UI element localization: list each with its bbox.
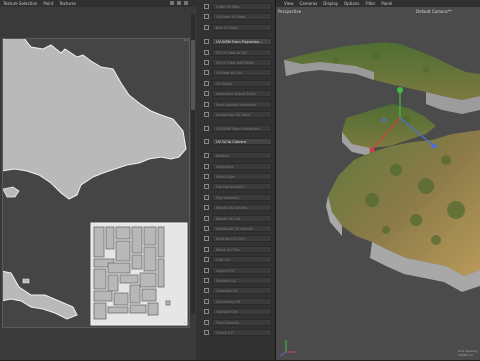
- command-icon: [204, 205, 209, 211]
- menu-panel[interactable]: Panel: [381, 1, 392, 6]
- command-icon: [204, 49, 209, 55]
- command-icon: [204, 153, 209, 159]
- command-icon: [204, 70, 209, 76]
- move-icon[interactable]: [170, 1, 174, 5]
- perspective-viewport[interactable]: [276, 0, 480, 360]
- menu-display[interactable]: Display: [323, 1, 338, 6]
- command-icon: [204, 91, 209, 97]
- terrain-scene: [279, 42, 480, 357]
- command-icon: [204, 267, 209, 273]
- command-icon: [204, 138, 209, 144]
- command-icon: [204, 24, 209, 30]
- command-button[interactable]: Flip Vertically: [212, 193, 272, 201]
- menu-textures[interactable]: Textures: [59, 1, 76, 6]
- command-button[interactable]: Box UV Map: [212, 23, 272, 31]
- uv-corner-label-top: 1 1: [184, 38, 189, 42]
- viewport-menubar: View Cameras Display Options Filter Pane…: [276, 0, 480, 7]
- command-icon: [204, 309, 209, 315]
- uv-islands: [0, 36, 188, 326]
- uv-island-strip: [0, 270, 78, 320]
- command-button[interactable]: Symmetry UV: [212, 297, 272, 305]
- command-button[interactable]: Straight UV: [212, 277, 272, 284]
- command-button[interactable]: Arrange UV Grid: [212, 235, 272, 243]
- uv-canvas[interactable]: [0, 36, 190, 328]
- menu-view[interactable]: View: [284, 1, 294, 6]
- menu-options[interactable]: Options: [344, 1, 359, 6]
- command-icon: [204, 330, 209, 335]
- command-button[interactable]: Fit UV View and Relax: [212, 59, 272, 66]
- command-icon: [204, 39, 209, 45]
- command-icon: [204, 126, 209, 132]
- menu-filter[interactable]: Filter: [365, 1, 375, 6]
- command-button[interactable]: Rotate 90 CW: [212, 214, 272, 222]
- command-icon: [204, 246, 209, 252]
- command-icon: [204, 257, 209, 263]
- command-button[interactable]: Normalize Island Scale: [212, 90, 272, 98]
- command-button[interactable]: Match Size: [212, 173, 272, 180]
- command-icon: [204, 101, 209, 107]
- world-axis-icon: [279, 340, 296, 357]
- uv-editor-menubar: Texture Selection Paint Textures: [0, 0, 196, 7]
- command-button[interactable]: Grid UV: [212, 256, 272, 264]
- command-button[interactable]: Relax UV Pins: [212, 245, 272, 253]
- command-icon: [204, 194, 209, 200]
- command-button[interactable]: Cube UV Map: [212, 3, 272, 10]
- command-button[interactable]: Flip Horizontally: [212, 183, 272, 191]
- command-button[interactable]: UV IVI to Camera: [212, 137, 272, 145]
- command-button[interactable]: UV Relax: [212, 79, 272, 87]
- menu-texture-selection[interactable]: Texture Selection: [3, 1, 37, 6]
- command-button[interactable]: Straighten UV Strip: [212, 111, 272, 118]
- uv-island-small: [2, 186, 20, 198]
- command-icon: [204, 215, 209, 221]
- command-button[interactable]: UV-IVRM From Projection...: [212, 38, 272, 46]
- viewport-camera-label[interactable]: Default Camera**: [416, 9, 452, 14]
- uv-island-main: [0, 36, 187, 200]
- uv-island-dot: [22, 278, 30, 284]
- command-button[interactable]: Texel Density: [212, 318, 272, 326]
- command-icon: [204, 163, 209, 169]
- command-button[interactable]: Check UV: [212, 329, 272, 336]
- command-icon: [204, 226, 209, 231]
- viewport-projection-label: Perspective: [278, 9, 302, 14]
- viewport-divider[interactable]: [275, 0, 276, 360]
- zoom-icon[interactable]: [177, 1, 181, 5]
- layout-icon[interactable]: [184, 1, 188, 5]
- command-icon: [204, 14, 209, 20]
- command-button[interactable]: Rotate UV Islands: [212, 204, 272, 212]
- viewport-grid-spacing: Grid Spacing: 10000 cm: [458, 349, 479, 357]
- uv-corner-label-bottom: 1.0: [184, 321, 189, 325]
- menu-cameras[interactable]: Cameras: [300, 1, 318, 6]
- command-button[interactable]: Distribute UV Islands: [212, 225, 272, 232]
- command-button[interactable]: Normalize: [212, 162, 272, 170]
- command-icon: [204, 80, 209, 86]
- command-button[interactable]: Pack Islands Geometric: [212, 100, 272, 108]
- uv-scrollbar-thumb[interactable]: [191, 40, 195, 110]
- command-icon: [204, 60, 209, 65]
- command-button[interactable]: Quantize UV: [212, 287, 272, 295]
- command-icon: [204, 184, 209, 190]
- command-button[interactable]: Layout UV: [212, 266, 272, 274]
- command-icon: [204, 4, 209, 9]
- command-button[interactable]: Fit UV View to Sel: [212, 48, 272, 56]
- command-icon: [204, 298, 209, 304]
- command-button[interactable]: Cylinder UV Map: [212, 13, 272, 21]
- command-button[interactable]: Transfer UVs: [212, 308, 272, 316]
- command-button[interactable]: Realign: [212, 152, 272, 160]
- menu-paint[interactable]: Paint: [43, 1, 53, 6]
- command-button[interactable]: Fit View to UVs: [212, 69, 272, 77]
- command-icon: [204, 174, 209, 179]
- command-button[interactable]: UV-IVRM From Projection...: [212, 125, 272, 133]
- terrain-far-ridge: [284, 42, 480, 100]
- command-icon: [204, 319, 209, 325]
- command-icon: [204, 288, 209, 294]
- command-icon: [204, 278, 209, 283]
- command-icon: [204, 236, 209, 242]
- command-icon: [204, 112, 209, 117]
